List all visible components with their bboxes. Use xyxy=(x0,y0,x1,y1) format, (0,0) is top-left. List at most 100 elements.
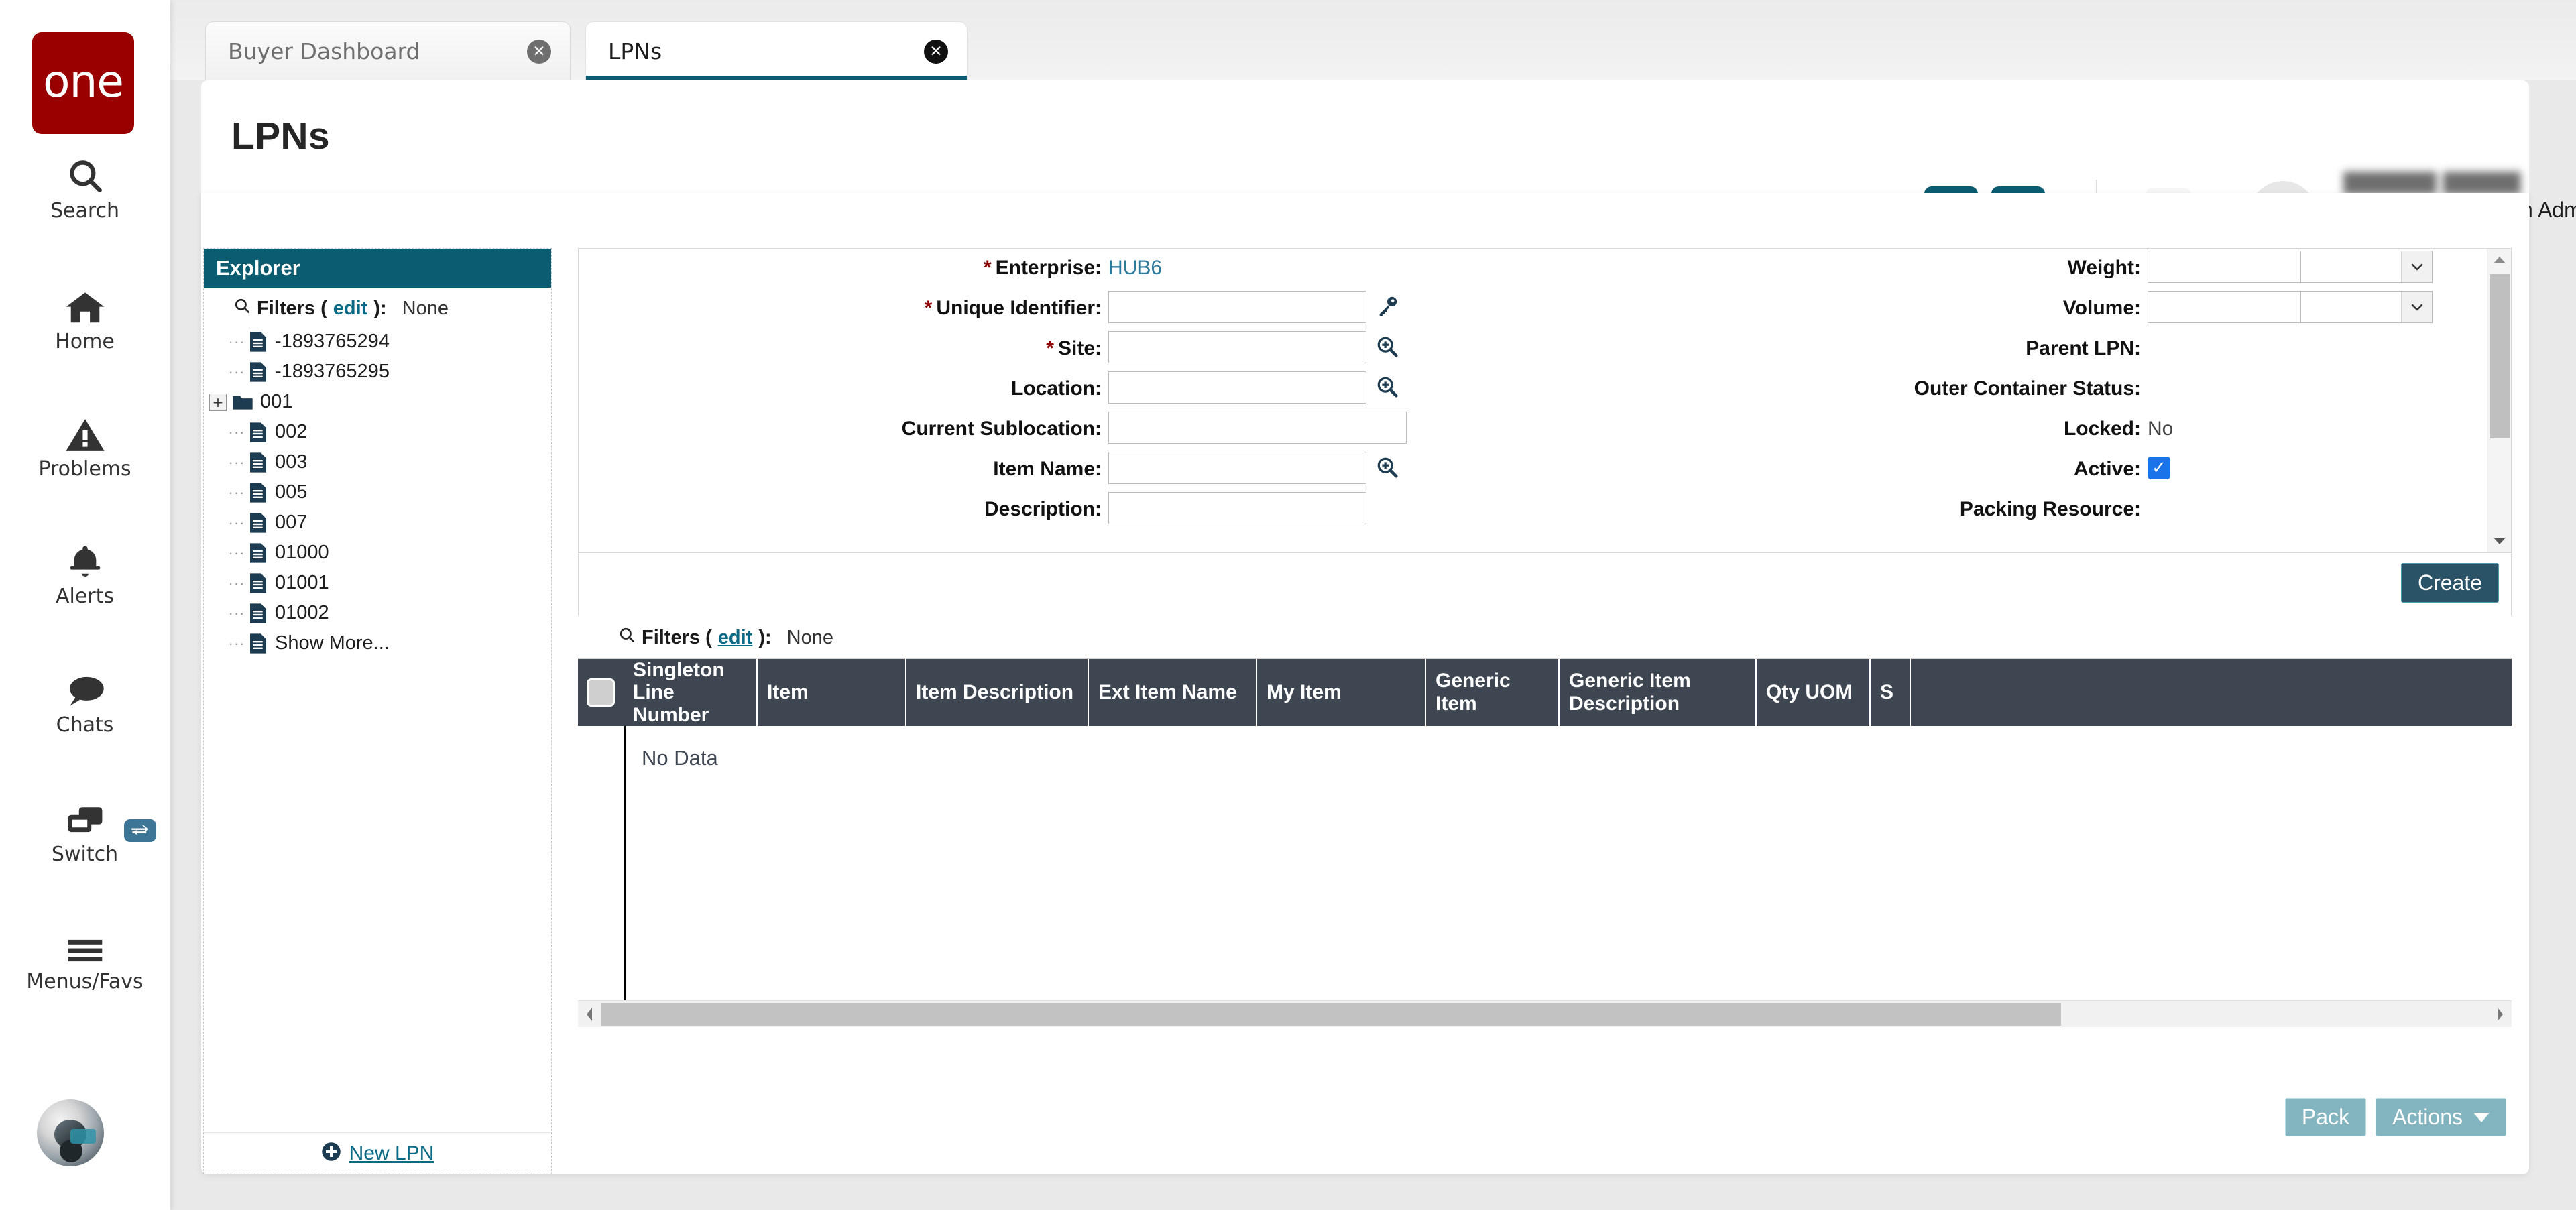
tree-node[interactable]: ··· Show More... xyxy=(228,628,551,658)
lpn-detail-grid: Filters ( edit ): None Singleton Line Nu… xyxy=(578,617,2512,1073)
scrollbar-thumb[interactable] xyxy=(2490,274,2510,438)
sidebar-item-label: Home xyxy=(55,330,115,353)
grid-filters-edit-link[interactable]: edit xyxy=(718,627,753,649)
search-plus-icon[interactable] xyxy=(1376,335,1399,361)
volume-group xyxy=(2148,291,2433,323)
expand-node-icon[interactable]: + xyxy=(209,393,227,411)
required-marker: * xyxy=(1046,337,1054,359)
scroll-down-arrow-icon[interactable] xyxy=(2487,530,2511,552)
field-value-enterprise[interactable]: HUB6 xyxy=(1108,249,1162,280)
sidebar-item-problems[interactable]: Problems xyxy=(0,409,170,481)
tree-node[interactable]: ··· 003 xyxy=(228,447,551,477)
create-bar: Create xyxy=(578,554,2512,615)
location-input[interactable] xyxy=(1108,371,1366,404)
grid-action-buttons: Pack Actions xyxy=(2284,1098,2506,1136)
sidebar-item-home[interactable]: Home xyxy=(0,282,170,353)
pack-button[interactable]: Pack xyxy=(2284,1098,2367,1136)
tree-node[interactable]: ··· -1893765295 xyxy=(228,357,551,387)
tree-node[interactable]: ··· 005 xyxy=(228,477,551,507)
scroll-left-arrow-icon[interactable] xyxy=(578,1001,601,1028)
tab-close-icon[interactable]: ✕ xyxy=(527,39,551,64)
field-label-weight: Weight: xyxy=(2067,257,2141,279)
field-label-site: * Site: xyxy=(1046,337,1102,359)
column-header-qty-uom[interactable]: Qty UOM xyxy=(1757,659,1871,726)
tree-connector: ··· xyxy=(228,363,245,380)
volume-input[interactable] xyxy=(2148,291,2300,323)
sidebar-item-search[interactable]: Search xyxy=(0,151,170,223)
tree-node-label: 001 xyxy=(260,391,293,412)
tab-label: Buyer Dashboard xyxy=(228,38,420,64)
active-checkbox[interactable]: ✓ xyxy=(2148,457,2170,479)
grid-horizontal-scrollbar[interactable] xyxy=(578,1000,2512,1027)
weight-input[interactable] xyxy=(2148,251,2300,283)
search-plus-icon[interactable] xyxy=(1376,375,1399,402)
explorer-title: Explorer xyxy=(204,249,551,288)
column-header-ext-item-name[interactable]: Ext Item Name xyxy=(1089,659,1257,726)
column-header-item[interactable]: Item xyxy=(758,659,906,726)
filters-label-end: ): xyxy=(758,626,772,648)
explorer-filters-edit-link[interactable]: edit xyxy=(333,298,368,320)
key-icon[interactable] xyxy=(1376,295,1399,321)
sidebar-item-menus-favs[interactable]: Menus/Favs xyxy=(0,922,170,993)
tree-node[interactable]: ··· 002 xyxy=(228,417,551,447)
current-sublocation-input[interactable] xyxy=(1108,412,1407,444)
volume-uom-select[interactable] xyxy=(2300,291,2433,323)
tree-node[interactable]: + 001 xyxy=(209,387,551,417)
hamburger-icon xyxy=(64,922,106,966)
tab-close-icon[interactable]: ✕ xyxy=(924,39,948,64)
tree-node[interactable]: ··· 007 xyxy=(228,507,551,538)
field-value-locked: No xyxy=(2148,418,2174,440)
tree-connector: ··· xyxy=(228,513,245,531)
unique-identifier-input[interactable] xyxy=(1108,291,1366,323)
item-name-input[interactable] xyxy=(1108,452,1366,484)
file-icon xyxy=(248,633,268,654)
tree-connector: ··· xyxy=(228,423,245,440)
tree-connector: ··· xyxy=(228,544,245,561)
switch-toggle-badge[interactable] xyxy=(124,819,156,842)
avatar-shape xyxy=(70,1129,96,1144)
column-header-singleton-line-number[interactable]: Singleton Line Number xyxy=(624,659,758,726)
sidebar-item-label: Switch xyxy=(51,843,119,866)
sidebar-item-alerts[interactable]: Alerts xyxy=(0,536,170,608)
assistant-avatar[interactable] xyxy=(37,1099,104,1166)
filters-value: None xyxy=(786,626,833,648)
form-row-current-sublocation: Current Sublocation: xyxy=(579,410,1558,450)
sidebar-item-chats[interactable]: Chats xyxy=(0,665,170,737)
app-logo[interactable]: one xyxy=(32,32,134,134)
tab-lpns[interactable]: LPNs ✕ xyxy=(585,21,968,80)
weight-uom-select[interactable] xyxy=(2300,251,2433,283)
column-header-partial[interactable]: S xyxy=(1871,659,1911,726)
search-plus-icon[interactable] xyxy=(1376,456,1399,482)
file-icon xyxy=(248,422,268,443)
column-header-generic-item[interactable]: Generic Item xyxy=(1426,659,1560,726)
actions-button[interactable]: Actions xyxy=(2376,1098,2506,1136)
tree-node[interactable]: ··· 01001 xyxy=(228,568,551,598)
tree-node[interactable]: ··· -1893765294 xyxy=(228,326,551,357)
select-all-cell[interactable] xyxy=(578,659,624,726)
explorer-panel: Explorer Filters ( edit ): None ··· -189… xyxy=(203,248,552,1174)
home-icon xyxy=(64,282,107,326)
column-header-item-description[interactable]: Item Description xyxy=(906,659,1089,726)
plus-circle-icon[interactable] xyxy=(321,1142,341,1165)
form-vertical-scrollbar[interactable] xyxy=(2487,249,2511,552)
page-title: LPNs xyxy=(231,115,330,158)
create-button[interactable]: Create xyxy=(2400,563,2499,603)
tree-node[interactable]: ··· 01002 xyxy=(228,598,551,628)
left-nav-rail: one Search Home Problems Alerts Chats Sw… xyxy=(0,0,170,1210)
column-header-my-item[interactable]: My Item xyxy=(1257,659,1426,726)
tree-node-label: 01002 xyxy=(275,602,329,623)
scroll-up-arrow-icon[interactable] xyxy=(2487,249,2511,271)
tab-strip: Buyer Dashboard ✕ LPNs ✕ xyxy=(170,0,2576,80)
scroll-right-arrow-icon[interactable] xyxy=(2489,1001,2512,1028)
tree-node[interactable]: ··· 01000 xyxy=(228,538,551,568)
select-all-checkbox[interactable] xyxy=(587,678,615,707)
new-lpn-link[interactable]: New LPN xyxy=(349,1142,434,1165)
scrollbar-thumb[interactable] xyxy=(601,1003,2061,1026)
tree-connector: ··· xyxy=(228,604,245,621)
column-header-generic-item-description[interactable]: Generic Item Description xyxy=(1560,659,1757,726)
page-header: LPNs MH ██████ █████ Buyer xyxy=(201,80,2576,249)
description-input[interactable] xyxy=(1108,492,1366,524)
site-input[interactable] xyxy=(1108,331,1366,363)
tree-connector: ··· xyxy=(228,634,245,652)
tab-buyer-dashboard[interactable]: Buyer Dashboard ✕ xyxy=(205,21,571,80)
